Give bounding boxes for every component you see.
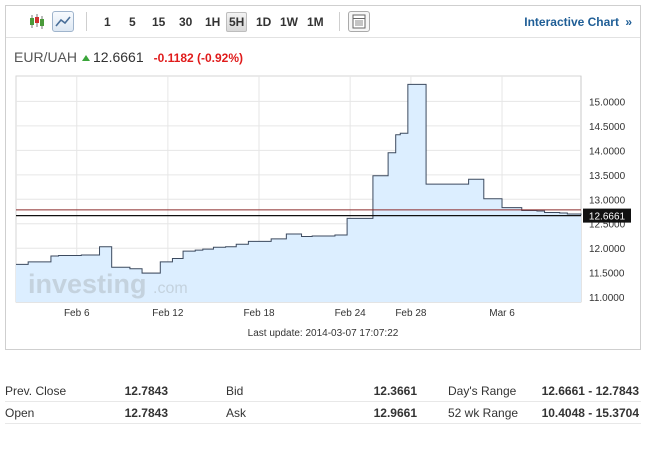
stat-label: 52 wk Range (448, 406, 519, 420)
stat-label: Open (5, 406, 35, 420)
stat-value: 12.6661 - 12.7843 (541, 384, 639, 398)
y-tick-label: 13.5000 (589, 171, 626, 182)
stat-value: 12.3661 (373, 384, 417, 398)
stats-row: Open 12.7843 Ask 12.9661 52 wk Range 10.4048 … (5, 402, 641, 424)
x-tick-label: Feb 12 (152, 308, 184, 319)
stat-label: Ask (226, 406, 247, 420)
y-tick-label: 13.0000 (589, 195, 626, 206)
x-tick-label: Feb 24 (335, 308, 367, 319)
stat-value: 12.7843 (124, 406, 168, 420)
chart-widget: 1 5 15 30 1H 5H 1D 1W 1M Interactive Chart » EUR… (5, 5, 641, 350)
y-tick-label: 11.0000 (589, 293, 625, 304)
stat-value: 12.9661 (373, 406, 417, 420)
y-tick-label: 11.5000 (589, 269, 625, 280)
y-tick-label: 14.5000 (589, 122, 626, 133)
stat-value: 12.7843 (124, 384, 168, 398)
x-tick-label: Mar 6 (489, 308, 515, 319)
x-tick-label: Feb 28 (395, 308, 427, 319)
stat-value: 10.4048 - 15.3704 (541, 406, 639, 420)
y-tick-label: 12.0000 (589, 244, 626, 255)
price-chart[interactable]: 11.000011.500012.000012.500013.000013.50… (6, 6, 640, 349)
watermark-brand: investing (28, 269, 147, 299)
stat-label: Bid (226, 384, 244, 398)
y-tick-label: 15.0000 (589, 97, 626, 108)
stat-label: Prev. Close (5, 384, 67, 398)
last-update-text: Last update: 2014-03-07 17:07:22 (248, 328, 399, 339)
watermark-suffix: .com (153, 280, 188, 297)
stat-label: Day's Range (448, 384, 517, 398)
stats-row: Prev. Close 12.7843 Bid 12.3661 Day's Range 1… (5, 380, 641, 402)
y-tick-label: 14.0000 (589, 146, 626, 157)
x-tick-label: Feb 18 (243, 308, 275, 319)
current-price-label: 12.6661 (589, 212, 626, 223)
x-tick-label: Feb 6 (64, 308, 90, 319)
